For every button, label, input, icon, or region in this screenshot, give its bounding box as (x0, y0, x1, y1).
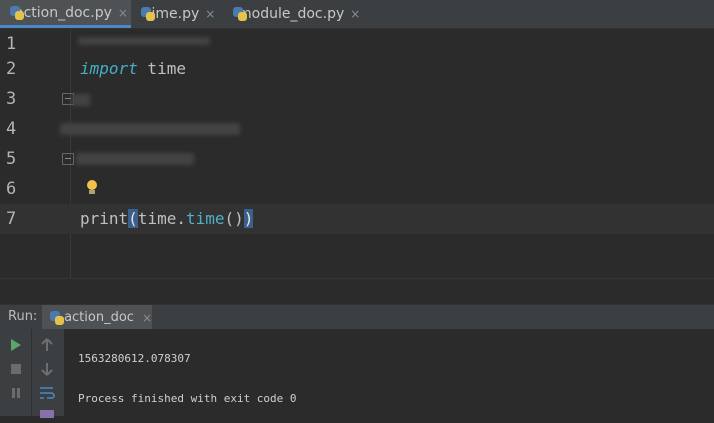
call-parens: () (224, 209, 244, 228)
time-object: time. (137, 209, 186, 228)
print-icon[interactable] (38, 405, 56, 423)
obscured-text (76, 153, 194, 165)
tab-module-doc[interactable]: module_doc.py × (223, 0, 363, 28)
stop-icon[interactable] (7, 360, 25, 378)
editor-bottom-area (0, 278, 714, 305)
run-tool-header: Run: action_doc × (0, 304, 714, 345)
code-line[interactable]: 6 (0, 174, 714, 204)
tab-label: module_doc.py (238, 6, 345, 22)
keyword-import: import (80, 59, 138, 78)
code-line[interactable]: 4 (0, 114, 714, 144)
tab-action-doc[interactable]: action_doc.py × (0, 0, 131, 28)
run-tab-title: action_doc (64, 310, 134, 325)
code-line[interactable]: 2 import time (0, 54, 714, 84)
code-line[interactable]: 3 (0, 84, 714, 114)
close-icon[interactable]: × (205, 7, 215, 21)
line-number: 4 (6, 119, 17, 139)
close-icon[interactable]: × (350, 7, 360, 21)
code-line-current[interactable]: 7 print(time.time()) (0, 204, 714, 234)
close-paren-highlight: ) (243, 209, 254, 228)
soft-wrap-icon[interactable] (38, 384, 56, 402)
open-paren-highlight: ( (128, 209, 138, 228)
run-console[interactable]: 1563280612.078307 Process finished with … (64, 329, 714, 416)
line-number: 2 (6, 59, 17, 79)
code-line[interactable]: 5 (0, 144, 714, 174)
line-number: 3 (6, 89, 17, 109)
print-call: print (80, 209, 129, 228)
code-editor[interactable]: 1 2 import time 3 4 5 6 7 print(time.tim… (0, 29, 714, 278)
close-icon[interactable]: × (142, 311, 152, 325)
time-method: time (185, 209, 225, 228)
line-number: 5 (6, 149, 17, 169)
console-output-line: 1563280612.078307 (78, 352, 191, 365)
editor-tab-bar: action_doc.py × time.py × module_doc.py … (0, 0, 714, 29)
obscured-text (78, 37, 210, 45)
arrow-up-icon[interactable] (38, 336, 56, 354)
module-name: time (137, 59, 186, 78)
obscured-text (72, 94, 90, 106)
run-tab-action-doc[interactable]: action_doc × (42, 305, 152, 330)
line-number: 6 (6, 179, 17, 199)
code-text: print(time.time()) (80, 204, 254, 234)
python-file-icon (50, 310, 64, 325)
play-icon[interactable] (7, 336, 25, 354)
lightbulb-icon[interactable] (86, 180, 98, 196)
toolbar-divider (31, 329, 32, 416)
arrow-down-icon[interactable] (38, 360, 56, 378)
fold-marker-icon[interactable] (62, 153, 74, 165)
console-exit-message: Process finished with exit code 0 (78, 392, 297, 405)
pause-icon[interactable] (7, 384, 25, 402)
close-icon[interactable]: × (118, 6, 128, 20)
line-number: 7 (6, 209, 17, 229)
obscured-text (60, 123, 240, 135)
tab-label: action_doc.py (15, 4, 112, 21)
run-label: Run: (8, 309, 38, 324)
tab-time[interactable]: time.py × (131, 0, 223, 28)
code-text: import time (80, 54, 186, 84)
